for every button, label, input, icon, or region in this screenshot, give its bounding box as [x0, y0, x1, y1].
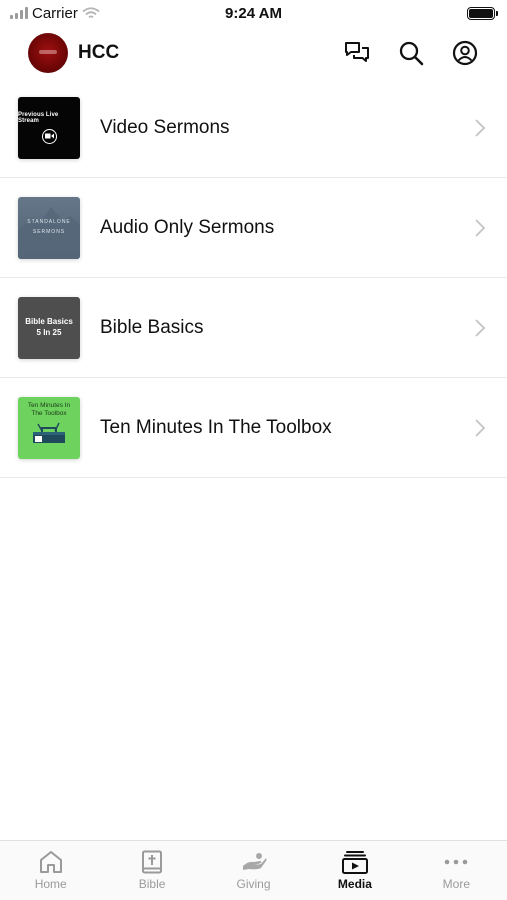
- app-title: HCC: [78, 42, 120, 63]
- list-item-ten-minutes-toolbox[interactable]: Ten Minutes In The Toolbox Ten Minutes I…: [0, 378, 507, 478]
- thumb-line-1: STANDALONE: [27, 219, 71, 225]
- thumb-line-2: SERMONS: [32, 228, 66, 235]
- thumb-text: STANDALONE SERMONS: [27, 218, 71, 237]
- list-item-video-sermons[interactable]: Previous Live Stream Video Sermons: [0, 78, 507, 178]
- battery-icon: [467, 6, 498, 20]
- tab-label: Media: [337, 877, 372, 891]
- church-logo[interactable]: [28, 33, 68, 73]
- search-icon: [399, 41, 424, 66]
- bible-icon: [142, 850, 163, 874]
- tab-bar: Home Bible Giving Media More: [0, 840, 507, 900]
- signal-icon: [10, 7, 28, 19]
- list-item-bible-basics[interactable]: Bible Basics 5 In 25 Bible Basics: [0, 278, 507, 378]
- account-button[interactable]: [451, 39, 479, 67]
- tab-giving[interactable]: Giving: [203, 841, 304, 900]
- chat-icon: [345, 42, 369, 62]
- carrier-label: Carrier: [32, 4, 78, 22]
- tab-home[interactable]: Home: [0, 841, 101, 900]
- list-item-label: Bible Basics: [100, 316, 204, 338]
- toolbox-thumbnail: Ten Minutes In The Toolbox: [18, 396, 80, 459]
- video-camera-icon: [41, 128, 57, 144]
- chevron-right-icon: [475, 318, 486, 337]
- tab-label: Home: [34, 877, 67, 891]
- more-dots-icon: [445, 859, 468, 865]
- search-button[interactable]: [397, 39, 425, 67]
- tab-more[interactable]: More: [406, 841, 507, 900]
- giving-hand-icon: [242, 853, 267, 870]
- list-item-audio-only-sermons[interactable]: STANDALONE SERMONS Audio Only Sermons: [0, 178, 507, 278]
- account-icon: [452, 40, 478, 66]
- toolbox-icon: [33, 422, 65, 443]
- list-item-label: Ten Minutes In The Toolbox: [100, 416, 332, 438]
- tab-label: Bible: [138, 877, 166, 891]
- bible-basics-thumbnail: Bible Basics 5 In 25: [18, 296, 80, 359]
- thumb-line-2: 5 In 25: [36, 327, 62, 337]
- media-play-icon: [341, 851, 368, 874]
- status-bar: Carrier 9:24 AM: [0, 0, 507, 26]
- thumb-text: Ten Minutes In The Toolbox: [28, 402, 70, 418]
- thumb-line-2: The Toolbox: [31, 409, 67, 417]
- thumb-text: Previous Live Stream: [18, 111, 59, 124]
- tab-label: More: [442, 877, 470, 891]
- status-left: Carrier: [10, 5, 100, 22]
- tab-media[interactable]: Media: [304, 841, 405, 900]
- tab-bible[interactable]: Bible: [101, 841, 202, 900]
- audio-sermons-thumbnail: STANDALONE SERMONS: [18, 196, 80, 259]
- media-screen: Carrier 9:24 AM HCC Previous Live Stream…: [0, 0, 507, 900]
- header-actions: [343, 39, 479, 67]
- chevron-right-icon: [475, 118, 486, 137]
- video-sermons-thumbnail: Previous Live Stream: [18, 96, 80, 159]
- app-header: HCC: [0, 30, 507, 76]
- thumb-line-1: Bible Basics: [25, 317, 73, 327]
- chevron-right-icon: [475, 418, 486, 437]
- wifi-icon: [82, 6, 100, 18]
- home-icon: [39, 851, 62, 873]
- list-item-label: Video Sermons: [100, 116, 230, 138]
- chat-button[interactable]: [343, 39, 371, 67]
- thumb-text: Bible Basics 5 In 25: [25, 317, 73, 338]
- tab-label: Giving: [236, 877, 271, 891]
- media-list: Previous Live Stream Video Sermons STAND…: [0, 78, 507, 478]
- list-item-label: Audio Only Sermons: [100, 216, 275, 238]
- thumb-line-1: Ten Minutes In: [27, 401, 71, 409]
- chevron-right-icon: [475, 218, 486, 237]
